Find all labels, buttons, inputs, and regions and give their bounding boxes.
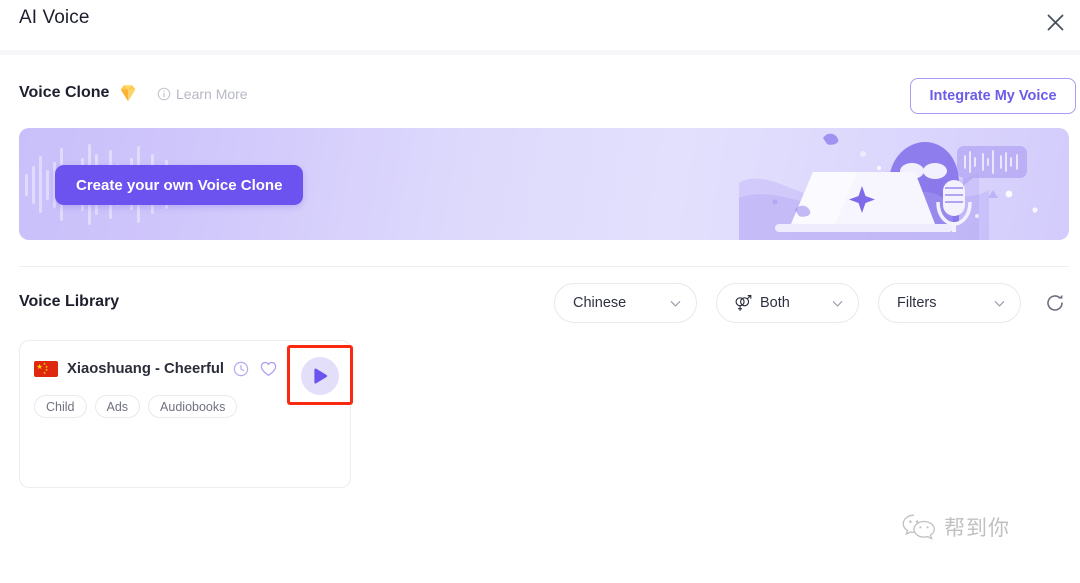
china-flag-icon: ★ ★ ★ ★ ★	[34, 361, 58, 377]
library-divider	[19, 266, 1069, 267]
watermark: 帮到你	[902, 512, 1010, 542]
integrate-my-voice-button[interactable]: Integrate My Voice	[910, 78, 1076, 114]
voice-library-heading: Voice Library	[19, 293, 120, 310]
info-circle-icon	[157, 87, 171, 101]
voice-tag[interactable]: Audiobooks	[148, 395, 238, 418]
voice-name: Xiaoshuang - Cheerful	[67, 361, 225, 377]
voice-tag[interactable]: Ads	[94, 395, 141, 418]
refresh-button[interactable]	[1044, 292, 1066, 314]
play-button[interactable]	[301, 357, 339, 395]
gender-dropdown-label: Both	[760, 295, 790, 311]
voice-card[interactable]: ★ ★ ★ ★ ★ Xiaoshuang - Cheerful Child Ad…	[19, 340, 351, 488]
create-voice-clone-button[interactable]: Create your own Voice Clone	[55, 165, 304, 205]
filters-dropdown-label: Filters	[897, 295, 937, 311]
heart-icon[interactable]	[260, 361, 277, 377]
page-title: AI Voice	[19, 7, 90, 28]
voice-tag[interactable]: Child	[34, 395, 87, 418]
gender-symbol-icon	[735, 294, 752, 311]
voice-clone-banner: Create your own Voice Clone	[19, 128, 1069, 240]
voice-clone-header: Voice Clone Learn More Integrate My Voic…	[0, 76, 1080, 120]
close-icon	[1047, 14, 1063, 30]
language-dropdown[interactable]: Chinese	[554, 283, 697, 323]
voice-tags: Child Ads Audiobooks	[34, 395, 238, 418]
learn-more-label: Learn More	[176, 86, 248, 102]
chevron-down-icon	[832, 300, 843, 307]
dialog-titlebar: AI Voice	[0, 0, 1080, 50]
titlebar-divider	[0, 50, 1080, 55]
voice-clone-illustration	[739, 133, 1038, 240]
diamond-gem-icon	[120, 85, 136, 102]
filters-dropdown[interactable]: Filters	[878, 283, 1021, 323]
clock-icon[interactable]	[233, 361, 249, 377]
learn-more-link[interactable]: Learn More	[157, 86, 248, 102]
voice-clone-heading: Voice Clone	[19, 84, 110, 101]
chevron-down-icon	[670, 300, 681, 307]
play-icon	[313, 368, 327, 384]
refresh-icon	[1047, 294, 1063, 311]
voice-card-header: ★ ★ ★ ★ ★ Xiaoshuang - Cheerful	[34, 361, 277, 377]
wechat-logo-icon	[902, 514, 935, 540]
watermark-text: 帮到你	[944, 517, 1010, 540]
chevron-down-icon	[994, 300, 1005, 307]
gender-dropdown[interactable]: Both	[716, 283, 859, 323]
close-button[interactable]	[1039, 6, 1071, 38]
ai-voice-dialog: AI Voice Voice Clone Learn More Integrat…	[0, 0, 1080, 583]
language-dropdown-label: Chinese	[573, 295, 627, 311]
